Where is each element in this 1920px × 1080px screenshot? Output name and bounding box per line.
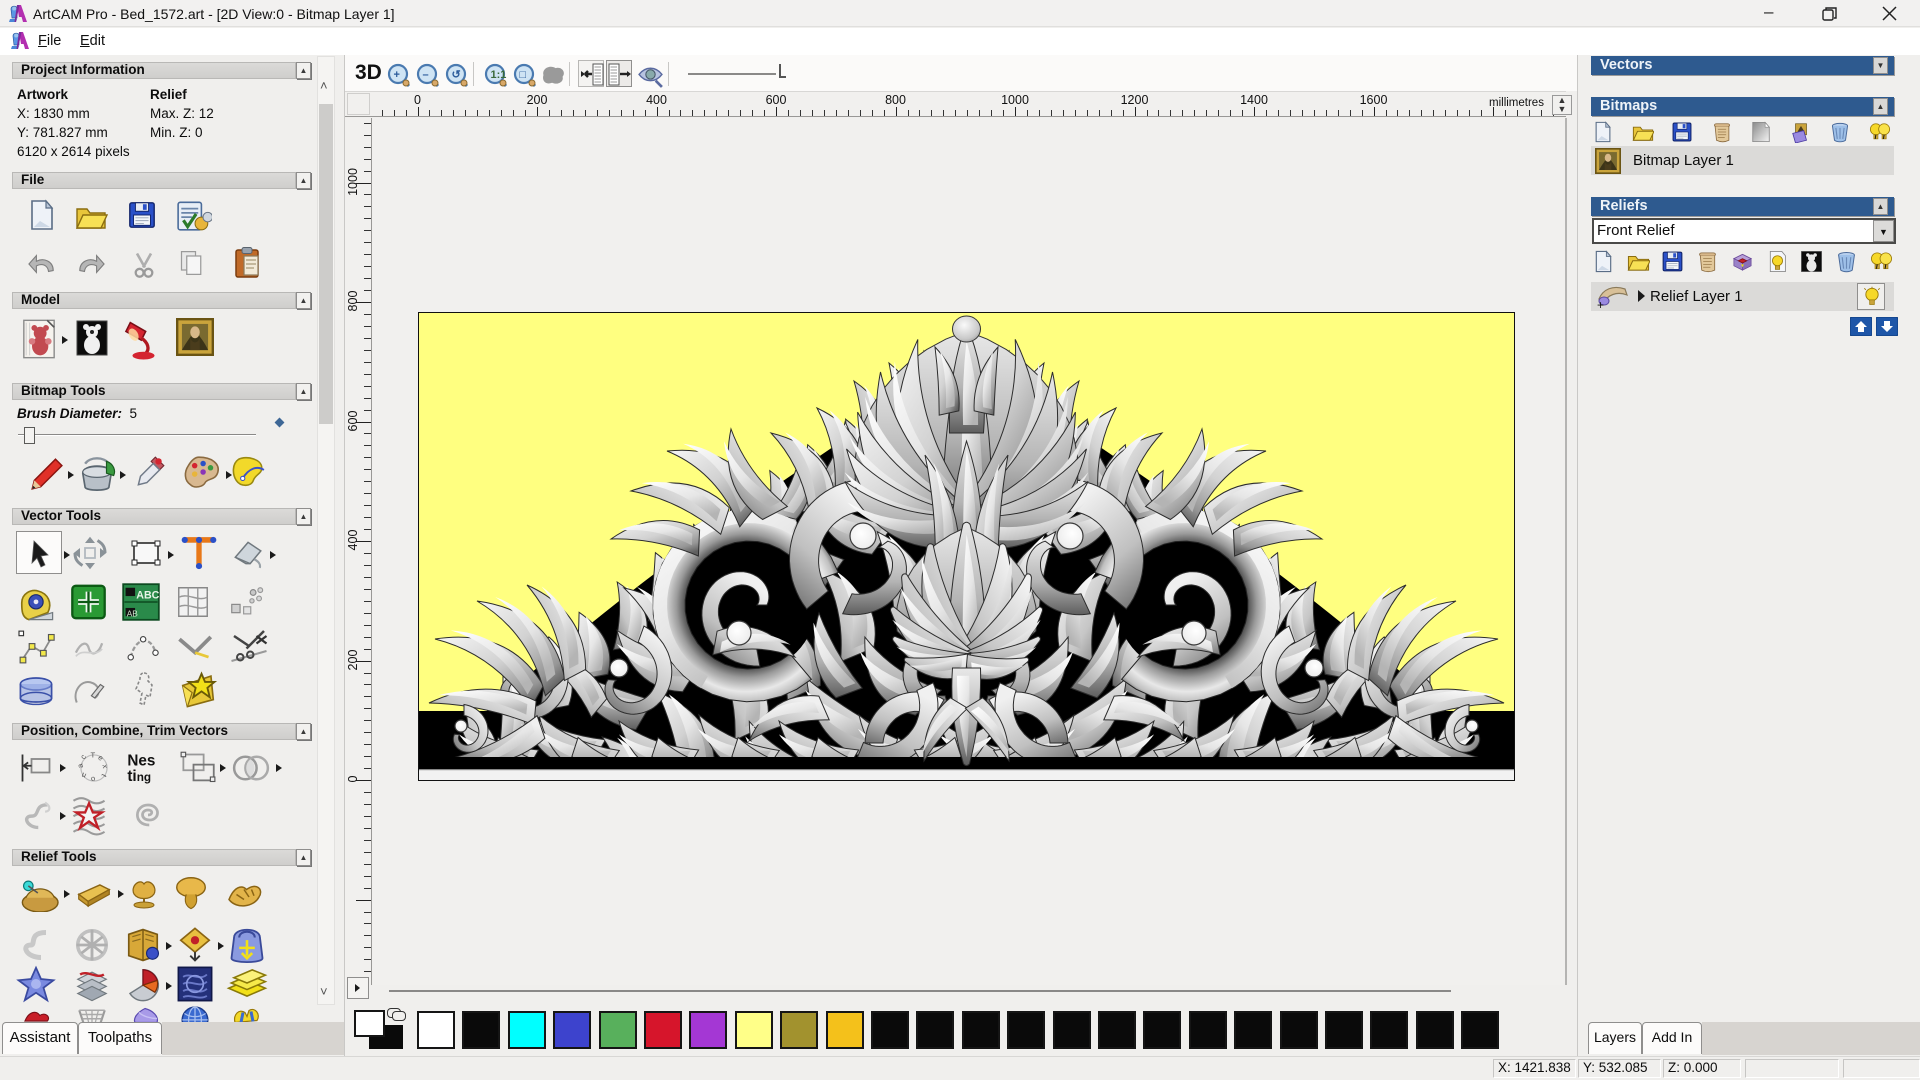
svg-text:t: t bbox=[99, 772, 108, 779]
svg-text:x: x bbox=[100, 764, 110, 770]
svg-text:+: + bbox=[394, 69, 400, 81]
svg-text:e: e bbox=[96, 753, 105, 763]
svg-text:ABC: ABC bbox=[136, 589, 159, 601]
svg-text:↺: ↺ bbox=[452, 69, 461, 81]
svg-text:a: a bbox=[75, 762, 85, 769]
svg-text:–: – bbox=[423, 69, 429, 81]
svg-text:T: T bbox=[90, 750, 95, 759]
svg-text:ting: ting bbox=[127, 768, 151, 785]
svg-text:1:1: 1:1 bbox=[491, 69, 507, 81]
svg-text:□: □ bbox=[520, 69, 527, 81]
svg-text:AB: AB bbox=[127, 608, 139, 618]
svg-text:+: + bbox=[1597, 298, 1604, 311]
svg-text:o: o bbox=[90, 774, 96, 784]
